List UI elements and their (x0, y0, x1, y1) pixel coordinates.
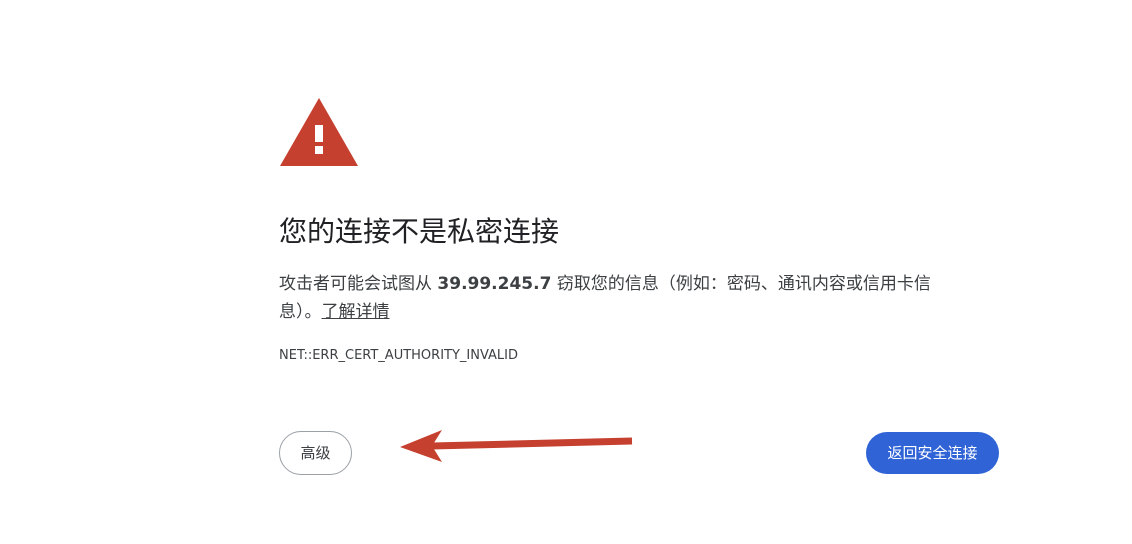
error-description: 攻击者可能会试图从 39.99.245.7 窃取您的信息（例如：密码、通讯内容或… (279, 270, 969, 326)
page-title: 您的连接不是私密连接 (279, 215, 560, 248)
learn-more-link[interactable]: 了解详情 (322, 302, 390, 322)
red-arrow-annotation (400, 430, 633, 462)
privacy-error-page: 您的连接不是私密连接 攻击者可能会试图从 39.99.245.7 窃取您的信息（… (0, 0, 1132, 544)
advanced-button[interactable]: 高级 (279, 431, 352, 475)
error-code: NET::ERR_CERT_AUTHORITY_INVALID (279, 348, 519, 363)
back-to-safety-button[interactable]: 返回安全连接 (866, 432, 999, 474)
description-prefix: 攻击者可能会试图从 (279, 274, 438, 294)
host-address: 39.99.245.7 (437, 274, 552, 294)
warning-triangle-icon (280, 98, 358, 166)
